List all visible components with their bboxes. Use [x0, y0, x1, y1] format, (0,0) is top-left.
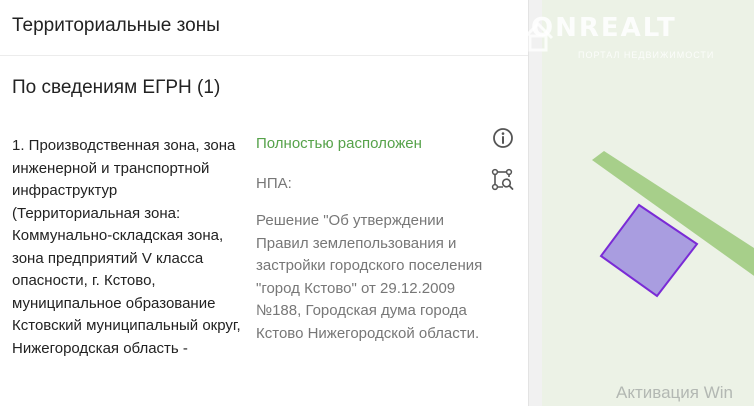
panel-scrollbar[interactable]	[528, 0, 542, 406]
zone-name: 1. Производственная зона, зона инженерно…	[12, 137, 241, 357]
status-label: Полностью расположен	[256, 135, 422, 152]
watermark-tagline: ПОРТАЛ НЕДВИЖИМОСТИ	[578, 50, 715, 60]
npa-label: НПА:	[256, 175, 292, 192]
info-icon[interactable]	[491, 126, 515, 150]
map-canvas	[592, 151, 754, 298]
panel-header: Территориальные зоны	[0, 0, 528, 56]
npa-text: Решение "Об утверждении Правил землеполь…	[256, 212, 483, 342]
polygon-search-icon[interactable]	[491, 168, 515, 192]
map-view[interactable]	[542, 0, 754, 406]
watermark-brand: ONREALT	[531, 13, 677, 43]
territorial-zones-panel: Территориальные зоны По сведениям ЕГРН (…	[0, 0, 528, 406]
windows-activation-watermark: Активация Win	[616, 383, 733, 402]
section-title: По сведениям ЕГРН (1)	[12, 77, 221, 98]
panel-title: Территориальные зоны	[12, 15, 220, 36]
